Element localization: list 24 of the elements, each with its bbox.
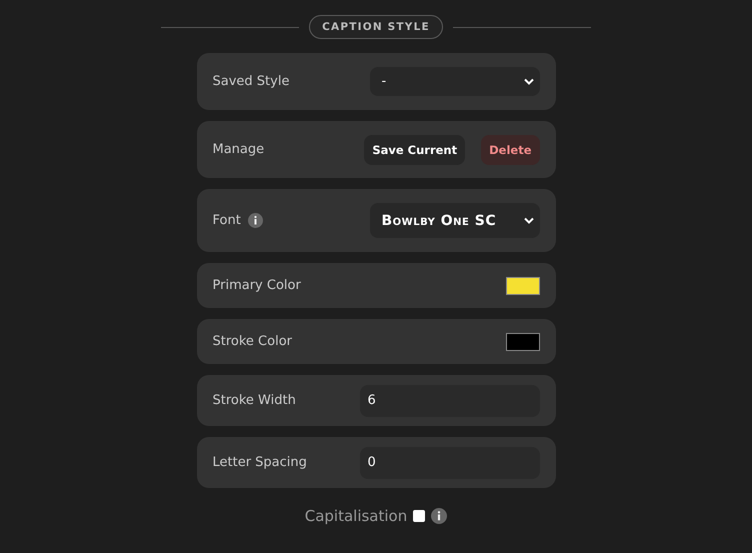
dropdown-value: - — [382, 74, 386, 89]
setting-label: Manage — [212, 142, 264, 157]
color-swatch[interactable] — [506, 276, 540, 294]
save-button[interactable]: Save Current — [364, 134, 466, 164]
color-swatch[interactable] — [506, 332, 540, 350]
capitalisation-label: Capitalisation — [304, 507, 408, 525]
setting-label: Stroke Width — [212, 393, 296, 408]
number-field[interactable]: 0 — [360, 446, 540, 478]
setting-label: Primary Color — [212, 278, 301, 293]
chevron-down-icon — [524, 217, 534, 224]
setting-label: Saved Style — [212, 74, 290, 89]
setting-label: Letter Spacing — [212, 455, 307, 470]
delete-button[interactable]: Delete — [481, 134, 540, 164]
dropdown[interactable]: Bowlby One SC — [370, 203, 540, 238]
setting-label: Stroke Color — [212, 334, 292, 349]
chevron-down-icon — [524, 78, 534, 85]
setting-label: Font — [212, 213, 241, 228]
dropdown-value: Bowlby One SC — [382, 212, 496, 228]
checkbox[interactable] — [413, 510, 426, 522]
section-title: CAPTION STYLE — [309, 15, 443, 39]
info-icon[interactable] — [431, 508, 448, 524]
number-field[interactable]: 6 — [360, 384, 540, 416]
dropdown[interactable]: - — [370, 67, 540, 96]
info-icon[interactable] — [248, 213, 263, 228]
